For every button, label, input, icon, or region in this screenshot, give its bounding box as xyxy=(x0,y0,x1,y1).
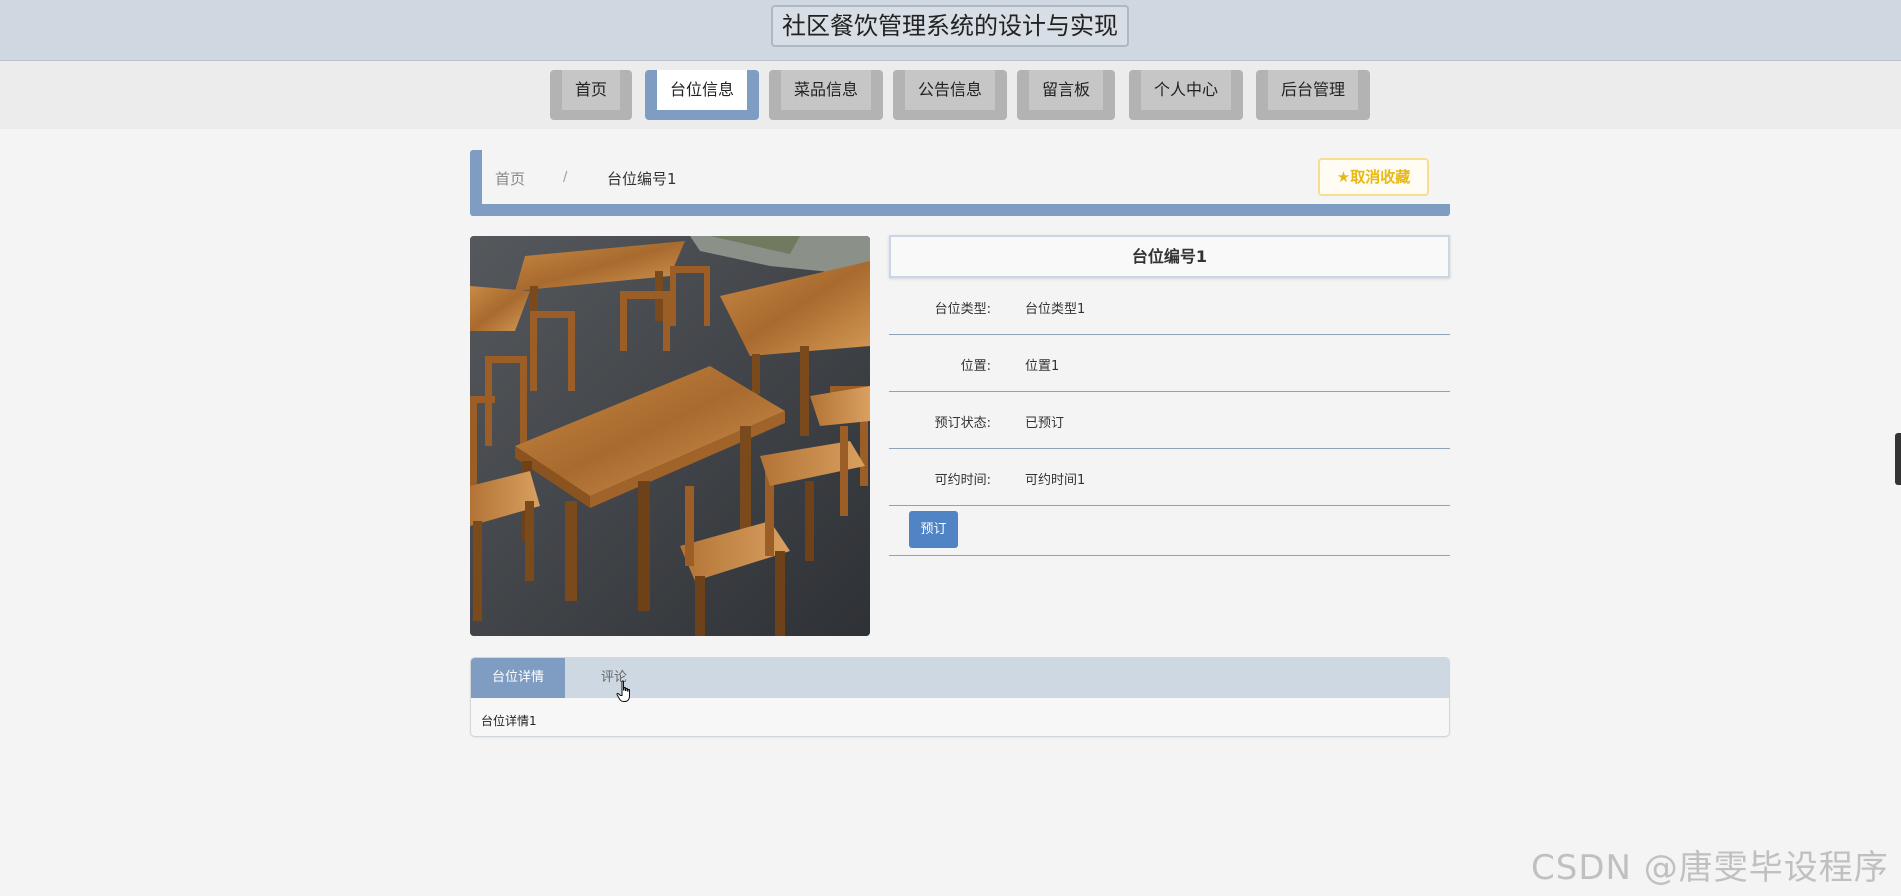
info-value: 可约时间1 xyxy=(1025,473,1086,488)
nav-item-notices[interactable]: 公告信息 xyxy=(893,70,1007,120)
star-icon: ★ xyxy=(1336,168,1351,186)
table-photo xyxy=(470,236,870,636)
watermark: CSDN @唐雯毕设程序 xyxy=(1531,848,1889,888)
info-label: 可约时间: xyxy=(934,473,991,488)
nav-item-message-board[interactable]: 留言板 xyxy=(1017,70,1115,120)
nav-item-label: 后台管理 xyxy=(1268,70,1358,110)
unfavorite-label: 取消收藏 xyxy=(1350,168,1411,186)
info-label: 预订状态: xyxy=(934,416,991,431)
info-value: 已预订 xyxy=(1025,416,1065,431)
nav-item-label: 菜品信息 xyxy=(781,70,871,110)
site-header: 社区餐饮管理系统的设计与实现 xyxy=(0,0,1901,61)
tab-table-details[interactable]: 台位详情 xyxy=(471,658,565,698)
unfavorite-button[interactable]: ★取消收藏 xyxy=(1318,158,1429,196)
info-value: 台位类型1 xyxy=(1025,302,1086,317)
table-photo-illustration xyxy=(470,236,870,636)
booking-actions: 预订 xyxy=(889,505,1450,556)
breadcrumb-home-link[interactable]: 首页 xyxy=(495,168,525,189)
scrollbar-thumb[interactable] xyxy=(1895,433,1901,485)
nav-item-label: 台位信息 xyxy=(657,70,747,110)
book-button[interactable]: 预订 xyxy=(909,511,958,548)
info-row-table-type: 台位类型: 台位类型1 xyxy=(889,278,1450,335)
info-row-available-time: 可约时间: 可约时间1 xyxy=(889,449,1450,506)
main-nav: 首页 台位信息 菜品信息 公告信息 留言板 个人中心 后台管理 xyxy=(0,61,1901,129)
info-label: 台位类型: xyxy=(934,302,991,317)
nav-item-profile[interactable]: 个人中心 xyxy=(1129,70,1243,120)
breadcrumb-separator: / xyxy=(563,170,568,185)
breadcrumb-current: 台位编号1 xyxy=(607,170,677,188)
nav-item-home[interactable]: 首页 xyxy=(550,70,632,120)
nav-item-tables[interactable]: 台位信息 xyxy=(645,70,759,120)
nav-item-label: 个人中心 xyxy=(1141,70,1231,110)
nav-item-label: 公告信息 xyxy=(905,70,995,110)
info-value: 位置1 xyxy=(1025,359,1060,374)
nav-item-label: 留言板 xyxy=(1029,70,1103,110)
site-title: 社区餐饮管理系统的设计与实现 xyxy=(771,5,1129,47)
info-row-location: 位置: 位置1 xyxy=(889,335,1450,392)
tab-content: 台位详情1 xyxy=(481,714,537,728)
hand-cursor-icon xyxy=(616,680,630,702)
table-title: 台位编号1 xyxy=(889,235,1450,278)
nav-item-dishes[interactable]: 菜品信息 xyxy=(769,70,883,120)
nav-item-admin[interactable]: 后台管理 xyxy=(1256,70,1370,120)
info-row-booking-status: 预订状态: 已预订 xyxy=(889,392,1450,449)
info-label: 位置: xyxy=(960,359,991,374)
nav-item-label: 首页 xyxy=(562,70,620,110)
